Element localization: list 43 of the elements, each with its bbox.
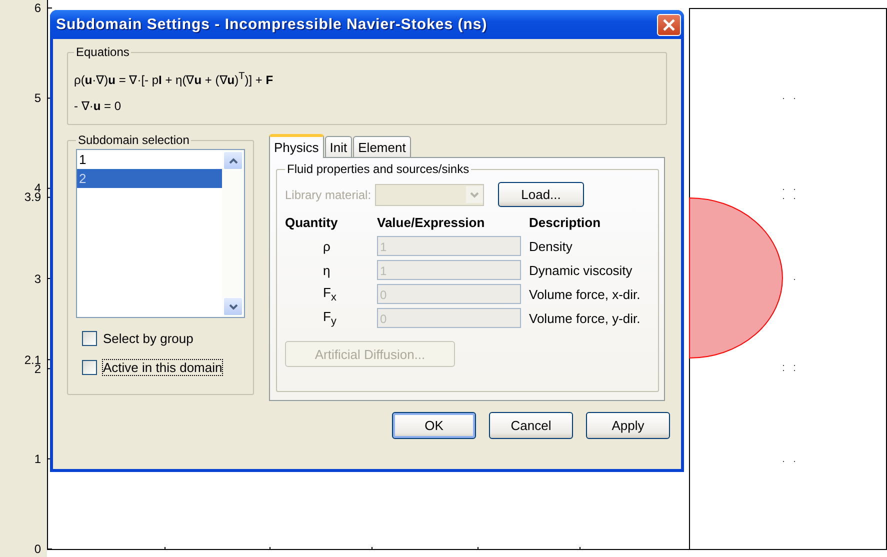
checkbox[interactable] [82,360,97,375]
description-text: Volume force, y-dir. [529,310,642,326]
close-icon [662,18,676,32]
axis-tick-label: 6 [34,0,41,16]
dialog-button[interactable]: Apply [586,412,670,439]
subdomain-list[interactable]: 1 2 [76,149,245,318]
group-label: Subdomain selection [77,133,190,147]
axis-tick-label: 1 [34,450,41,467]
library-material-label: Library material: [285,188,372,202]
quantity-symbol: F$_{y}$ [322,308,338,328]
window-title: Subdomain Settings - Incompressible Navier-Stokes (ns) [56,16,488,33]
equation: - ∇·u = 0 [74,99,122,113]
list-item[interactable]: 1 [77,150,222,169]
list-item[interactable]: 2 [77,169,222,188]
dialog-button[interactable]: Cancel [489,412,573,439]
tab[interactable]: Init [324,136,352,157]
axis-tick-label: 0 [34,541,41,557]
dialog-button[interactable]: OK [392,412,476,439]
checkbox-label[interactable]: Active in this domain [102,359,224,376]
checkbox[interactable] [82,331,97,346]
load-button[interactable]: Load... [498,182,584,207]
column-header: Value/Expression [377,215,486,230]
equation: ρ(u·∇)u = ∇·[- pI + η(∇u + (∇u)$^{T}$)] + F [74,71,274,87]
scroll-down-icon[interactable] [223,297,243,316]
quantity-symbol: F$_{x}$ [322,284,338,304]
group-label: Fluid properties and sources/sinks [286,162,470,176]
description-text: Density [529,238,574,254]
tab[interactable]: Physics [269,134,324,158]
column-header: Description [529,215,602,230]
tab[interactable]: Element [353,136,411,157]
scroll-bar[interactable] [222,150,244,317]
quantity-symbol: η [322,262,332,278]
group-label: Equations [75,45,130,59]
checkbox-label[interactable]: Select by group [102,330,194,347]
axis-tick-label: 5 [34,90,41,106]
description-text: Dynamic viscosity [529,262,634,278]
scroll-up-icon[interactable] [223,151,243,170]
column-header: Quantity [285,215,339,230]
close-button[interactable] [657,14,681,36]
quantity-symbol: ρ [322,238,332,254]
axis-tick-label: 3 [34,270,41,286]
description-text: Volume force, x-dir. [529,286,642,302]
dropdown-caret-icon [466,186,484,203]
